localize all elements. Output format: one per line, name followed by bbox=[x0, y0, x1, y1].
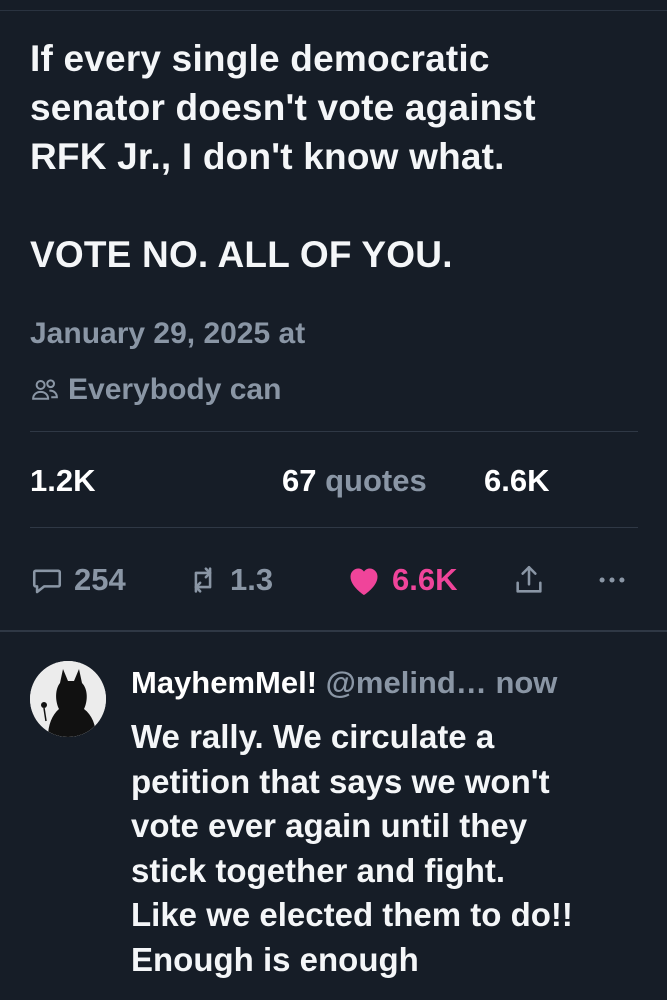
heart-icon bbox=[350, 568, 378, 595]
avatar-image bbox=[30, 661, 106, 737]
reply-display-name[interactable]: MayhemMel! bbox=[131, 665, 317, 700]
quotes-count: 67 bbox=[282, 463, 317, 498]
quotes-stat[interactable]: 67 quotes bbox=[282, 463, 427, 499]
repost-count: 1.3 bbox=[230, 562, 274, 597]
share-icon bbox=[516, 565, 542, 593]
like-count: 6.6K bbox=[392, 562, 458, 597]
reply-count: 254 bbox=[74, 562, 126, 597]
tweet-text: If every single democratic senator doesn… bbox=[30, 38, 536, 275]
reply-audience[interactable]: Everybody can bbox=[30, 372, 281, 408]
quotes-label: quotes bbox=[325, 463, 427, 498]
tweet-timestamp[interactable]: January 29, 2025 at bbox=[30, 317, 305, 351]
avatar[interactable] bbox=[30, 661, 106, 737]
reply-header: MayhemMel! @melind… now bbox=[131, 665, 557, 701]
likes-stat[interactable]: 6.6K bbox=[484, 463, 549, 499]
reply-time: now bbox=[495, 665, 558, 700]
reply-button[interactable]: 254 bbox=[30, 558, 126, 602]
like-button[interactable]: 6.6K bbox=[346, 558, 457, 602]
repost-button[interactable]: 1.3 bbox=[186, 558, 273, 602]
more-icon bbox=[599, 577, 625, 583]
reposts-stat[interactable]: 1.2K bbox=[30, 463, 95, 499]
share-button[interactable] bbox=[512, 558, 546, 602]
repost-icon bbox=[194, 567, 212, 593]
divider bbox=[30, 527, 638, 528]
reply-text: We rally. We circulate a petition that s… bbox=[131, 718, 573, 978]
section-divider bbox=[0, 630, 667, 632]
divider bbox=[30, 431, 638, 432]
audience-label: Everybody can bbox=[68, 373, 282, 406]
engagement-stats: 1.2K 67 quotes 6.6K bbox=[30, 463, 638, 503]
people-icon bbox=[32, 379, 58, 400]
top-divider bbox=[0, 10, 667, 11]
action-bar: 254 1.3 6.6K bbox=[30, 558, 640, 602]
reply-handle[interactable]: @melind… bbox=[326, 665, 487, 700]
reply-icon bbox=[32, 569, 62, 594]
more-button[interactable] bbox=[594, 558, 630, 602]
